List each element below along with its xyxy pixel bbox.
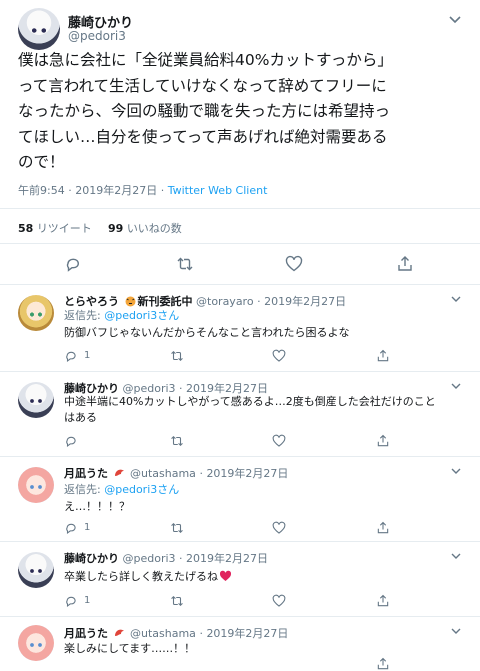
author-name[interactable]: 月凪うた [64,467,108,480]
author-handle[interactable]: @torayaro [196,295,254,308]
reply-icon[interactable] [64,521,78,535]
heart-emoji-icon [219,570,232,581]
reply-tweet[interactable]: 藤崎ひかり @pedori3 · 2019年2月27日 中途半端に40%カットし… [0,372,480,457]
meta-separator: · [160,184,165,197]
like-label: いいねの数 [126,222,182,235]
reply-count: 1 [84,595,91,606]
like-icon[interactable] [272,521,286,535]
tweet-client[interactable]: Twitter Web Client [168,184,268,197]
like-icon[interactable] [272,594,286,608]
reply-header: 藤崎ひかり @pedori3 · 2019年2月27日 [64,550,268,566]
avatar[interactable] [18,382,54,418]
chevron-down-icon[interactable] [450,465,462,477]
reply-to-line: 返信先: @pedori3さん [64,307,179,323]
reply-count: 1 [84,350,91,361]
reply-text: 楽しみにしてます……！！ [64,642,196,655]
tweet-time: 午前9:54 [18,184,65,197]
reply-date[interactable]: 2019年2月27日 [264,295,346,308]
avatar[interactable] [18,295,54,331]
reply-header: 月凪うた @utashama · 2019年2月27日 [64,465,288,481]
share-icon[interactable] [376,349,390,363]
reply-to-handle[interactable]: @pedori3さん [104,483,179,496]
share-icon[interactable] [376,657,390,671]
chevron-down-icon[interactable] [450,293,462,305]
meta-separator: · [179,552,183,565]
meta-separator: · [199,467,203,480]
author-handle[interactable]: @utashama [130,467,196,480]
reply-to-label: 返信先: [64,483,101,496]
reply-text: え…！！！？ [64,500,130,513]
author-handle[interactable]: @pedori3 [123,552,176,565]
tweet-date: 2019年2月27日 [75,184,158,197]
chevron-down-icon[interactable] [448,12,462,26]
author-handle[interactable]: @utashama [130,627,196,640]
reply-tweet[interactable]: とらやろう 新刊委託中 @torayaro · 2019年2月27日 返信先: … [0,285,480,372]
meta-separator: · [199,627,203,640]
share-icon[interactable] [376,521,390,535]
reply-count: 1 [84,522,91,533]
like-stat[interactable]: 99 いいねの数 [108,220,182,236]
reply-text: 中途半端に40%カットしやがって感あるよ…2度も倒産した会社だけのこと はある [64,395,436,424]
chevron-down-icon[interactable] [450,625,462,637]
chevron-down-icon[interactable] [450,380,462,392]
shrimp-icon [114,469,124,476]
reply-to-handle[interactable]: @pedori3さん [104,309,179,322]
share-icon[interactable] [376,434,390,448]
reply-to-label: 返信先: [64,309,101,322]
share-icon[interactable] [396,255,414,273]
reply-icon[interactable] [64,349,78,363]
reply-icon[interactable] [64,594,78,608]
retweet-icon[interactable] [170,349,184,363]
reply-text-line: 卒業したら詳しく教えたげるね [64,568,233,584]
author-name[interactable]: 藤崎ひかり [64,552,119,565]
reply-text: 防御バフじゃないんだからそんなこと言われたら困るよな [64,326,350,339]
retweet-icon[interactable] [170,434,184,448]
like-icon[interactable] [285,255,303,273]
avatar[interactable] [18,8,60,50]
reply-date[interactable]: 2019年2月27日 [206,627,288,640]
retweet-count: 58 [18,222,34,235]
tweet-timestamp[interactable]: 午前9:54 · 2019年2月27日 · Twitter Web Client [18,182,267,198]
reply-tweet[interactable]: 月凪うた @utashama · 2019年2月27日 返信先: @pedori… [0,457,480,542]
tweet-actions [0,243,480,283]
main-tweet: 藤崎ひかり @pedori3 僕は急に会社に「全従業員給料40%カットすっから」… [0,0,480,285]
like-icon[interactable] [272,434,286,448]
retweet-icon[interactable] [170,594,184,608]
reply-tweet[interactable]: 月凪うた @utashama · 2019年2月27日 楽しみにしてます……！！ [0,617,480,670]
avatar[interactable] [18,552,54,588]
reply-tweet[interactable]: 藤崎ひかり @pedori3 · 2019年2月27日 卒業したら詳しく教えたげ… [0,542,480,617]
meta-separator: · [68,184,72,197]
reply-text: 卒業したら詳しく教えたげるね [64,570,218,583]
author-handle[interactable]: @pedori3 [68,29,126,43]
reply-icon[interactable] [64,434,78,448]
retweet-icon[interactable] [176,255,194,273]
reply-header: 月凪うた @utashama · 2019年2月27日 [64,625,288,641]
retweet-stat[interactable]: 58 リツイート [18,220,92,236]
reply-to-line: 返信先: @pedori3さん [64,481,179,497]
tiger-icon [125,296,135,307]
shrimp-icon [114,629,124,636]
reply-date[interactable]: 2019年2月27日 [186,552,268,565]
avatar[interactable] [18,625,54,661]
reply-icon[interactable] [64,255,82,273]
retweet-label: リツイート [36,222,92,235]
tweet-text: 僕は急に会社に「全従業員給料40%カットすっから」 って言われて生活していけなく… [18,51,393,171]
meta-separator: · [257,295,261,308]
share-icon[interactable] [376,594,390,608]
like-icon[interactable] [272,349,286,363]
chevron-down-icon[interactable] [450,550,462,562]
author-name[interactable]: 月凪うた [64,627,108,640]
tweet-stats: 58 リツイート 99 いいねの数 [0,208,480,244]
like-count: 99 [108,222,124,235]
reply-date[interactable]: 2019年2月27日 [206,467,288,480]
avatar[interactable] [18,467,54,503]
retweet-icon[interactable] [170,521,184,535]
